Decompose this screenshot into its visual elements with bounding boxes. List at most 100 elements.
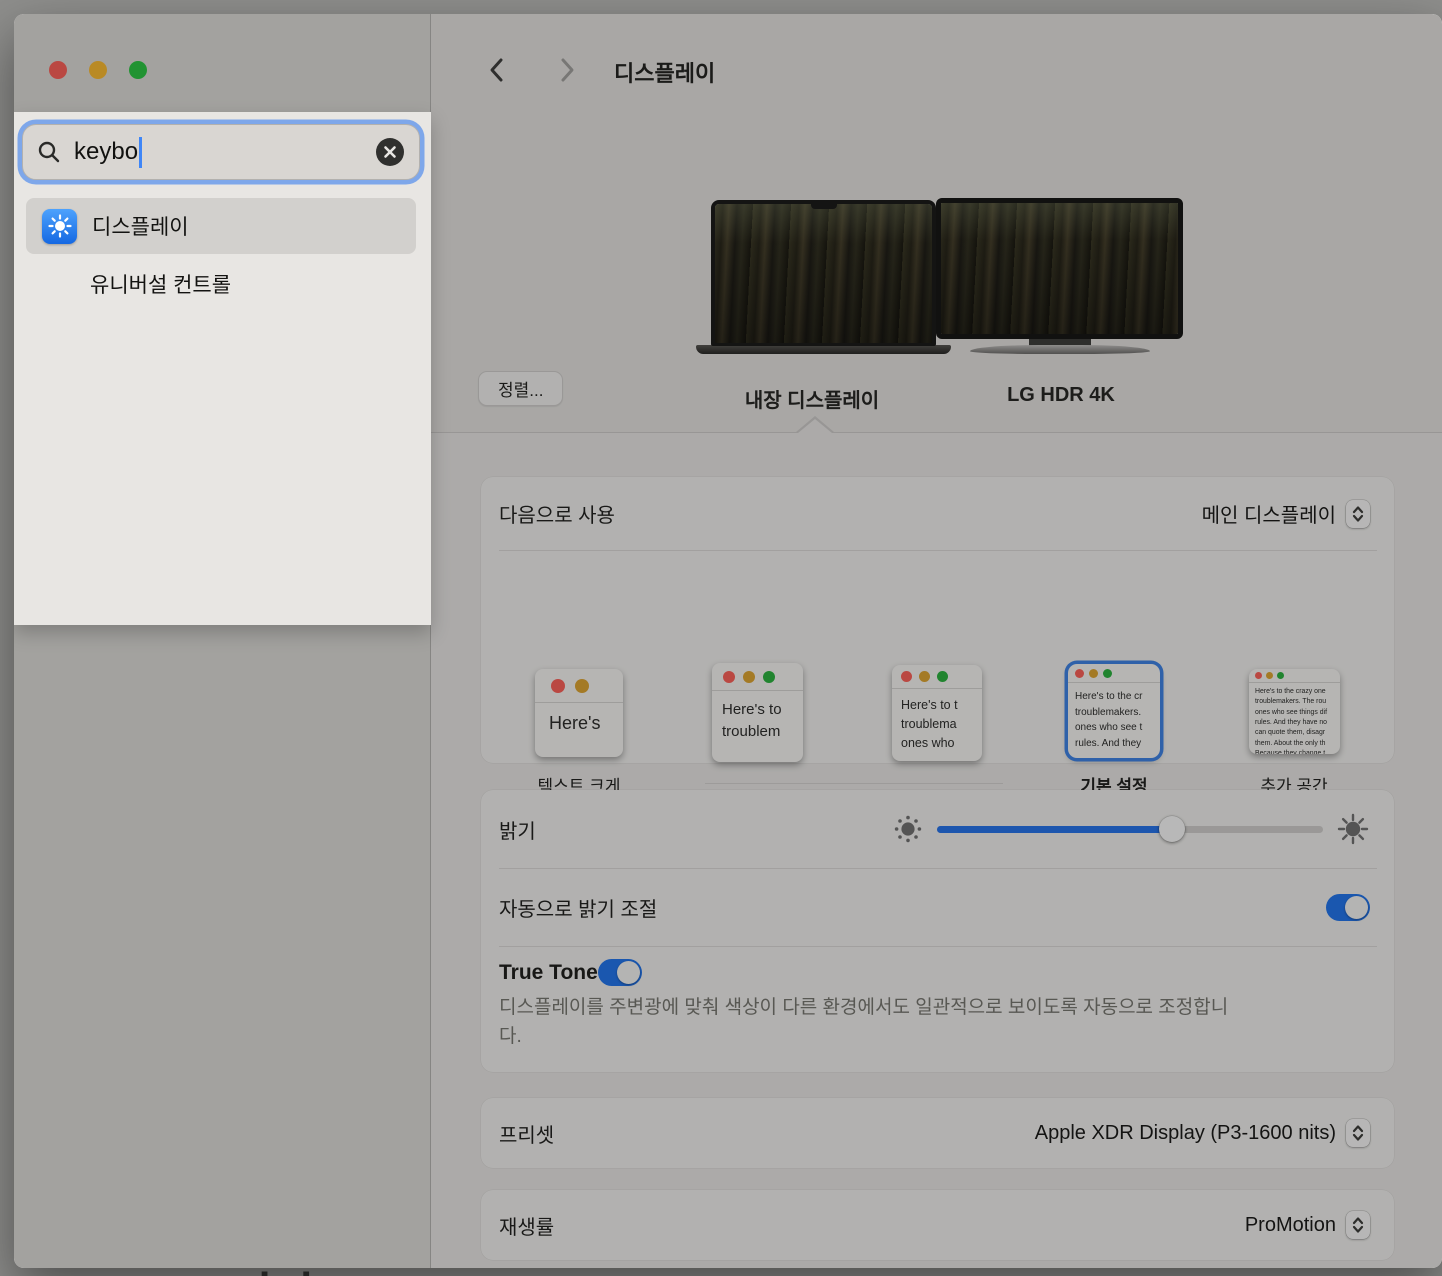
sun-dim-icon <box>894 815 922 843</box>
traffic-light-red-icon <box>723 671 735 683</box>
traffic-light-yellow-icon <box>1266 672 1273 679</box>
brightness-row: 밝기 <box>481 790 1394 868</box>
scaling-option-larger-text[interactable]: Here's <box>535 669 623 757</box>
minimize-window-button[interactable] <box>89 61 107 79</box>
scaling-option-3[interactable]: Here's to t troublema ones who <box>892 665 982 761</box>
scaling-option-more-space[interactable]: Here's to the crazy one troublemakers. T… <box>1249 669 1340 754</box>
display-brightness-icon <box>42 209 77 244</box>
refresh-rate-dropdown[interactable] <box>1346 1211 1370 1239</box>
true-tone-label: True Tone <box>499 961 598 985</box>
arrange-button[interactable]: 정렬... <box>478 371 563 406</box>
mini-window-text: can quote them, disagr <box>1255 728 1340 738</box>
search-results-panel: keybo <box>14 112 431 625</box>
display-name-lg: LG HDR 4K <box>911 384 1211 407</box>
zoom-window-button[interactable] <box>129 61 147 79</box>
toggle-knob <box>1345 896 1368 919</box>
up-down-chevrons-icon <box>1351 1215 1365 1235</box>
mini-window-text: Here's to t <box>901 696 982 715</box>
mini-window-text: rules. And they have no <box>1255 718 1340 728</box>
mini-window-text: them. About the only th <box>1255 739 1340 749</box>
brightness-settings-card: 밝기 <box>481 790 1394 1072</box>
mini-window-text: ones who see things dif <box>1255 708 1340 718</box>
search-icon <box>37 140 61 164</box>
mini-window-text: Here's to <box>722 699 803 721</box>
mini-window-text: troublemakers. The rou <box>1255 697 1340 707</box>
search-result-universal-control[interactable]: 유니버설 컨트롤 <box>26 262 416 306</box>
use-as-value: 메인 디스플레이 <box>1202 499 1336 528</box>
toggle-knob <box>617 961 640 984</box>
system-settings-window: keybo <box>14 14 1442 1268</box>
use-as-label: 다음으로 사용 <box>499 499 615 528</box>
search-result-label: 디스플레이 <box>92 211 189 241</box>
brightness-slider-thumb[interactable] <box>1159 816 1185 842</box>
mini-window-text: troublema <box>901 715 982 734</box>
search-query-text: keybo <box>74 138 138 166</box>
mini-window-text: Here's to the crazy one <box>1255 687 1340 697</box>
refresh-rate-row: 재생률 ProMotion <box>481 1190 1394 1260</box>
laptop-base <box>696 345 951 354</box>
scaling-option-2[interactable]: Here's to troublem <box>712 663 803 762</box>
use-as-dropdown[interactable] <box>1346 500 1370 528</box>
traffic-light-yellow-icon <box>919 671 930 682</box>
monitor-stand-base <box>970 345 1150 354</box>
traffic-light-red-icon <box>551 679 565 693</box>
traffic-light-red-icon <box>901 671 912 682</box>
display-thumbnail-lg-hdr-4k[interactable] <box>936 198 1183 354</box>
mini-window-text: rules. And they <box>1075 736 1160 752</box>
display-selector-strip: 디스플레이 내장 디스플레이 LG HDR 4K 정렬... <box>431 14 1442 433</box>
sidebar: keybo <box>14 14 431 1268</box>
resolution-settings-card: 다음으로 사용 메인 디스플레이 Here's <box>481 477 1394 763</box>
display-thumbnail-builtin[interactable] <box>696 200 951 354</box>
traffic-light-yellow-icon <box>743 671 755 683</box>
auto-brightness-row: 자동으로 밝기 조절 <box>481 869 1394 946</box>
refresh-rate-card: 재생률 ProMotion <box>481 1190 1394 1260</box>
search-result-display[interactable]: 디스플레이 <box>26 198 416 254</box>
traffic-light-yellow-icon <box>1089 669 1098 678</box>
traffic-light-green-icon <box>1277 672 1284 679</box>
sun-bright-icon <box>1337 813 1369 845</box>
auto-brightness-toggle[interactable] <box>1326 894 1370 921</box>
preset-value: Apple XDR Display (P3-1600 nits) <box>1035 1122 1336 1145</box>
traffic-light-red-icon <box>1075 669 1084 678</box>
scaling-options: Here's Here's to troublem Here's to t tr… <box>481 551 1394 763</box>
forward-button[interactable] <box>553 55 583 85</box>
up-down-chevrons-icon <box>1351 1123 1365 1143</box>
options-connector-line <box>705 783 1003 784</box>
content-pane: 디스플레이 내장 디스플레이 LG HDR 4K 정렬... 다음으로 사용 메… <box>431 14 1442 1268</box>
brightness-label: 밝기 <box>499 815 536 844</box>
mini-window-text: ones who <box>901 734 982 753</box>
search-input[interactable]: keybo <box>22 124 420 180</box>
traffic-light-green-icon <box>1103 669 1112 678</box>
scaling-option-default[interactable]: Here's to the cr troublemakers. ones who… <box>1068 664 1160 758</box>
clear-search-button[interactable] <box>375 137 405 167</box>
back-button[interactable] <box>481 55 511 85</box>
mini-window-text: Here's <box>549 713 623 734</box>
preset-row: 프리셋 Apple XDR Display (P3-1600 nits) <box>481 1098 1394 1168</box>
true-tone-row: True Tone 디스플레이를 주변광에 맞춰 색상이 다른 환경에서도 일관… <box>481 947 1394 1051</box>
preset-card: 프리셋 Apple XDR Display (P3-1600 nits) <box>481 1098 1394 1168</box>
traffic-light-green-icon <box>763 671 775 683</box>
mini-window-text: Here's to the cr <box>1075 689 1160 705</box>
mini-window-text: troublemakers. <box>1075 705 1160 721</box>
preset-label: 프리셋 <box>499 1119 554 1148</box>
brightness-slider-fill <box>937 826 1172 833</box>
use-as-row: 다음으로 사용 메인 디스플레이 <box>481 477 1394 550</box>
brightness-slider[interactable] <box>937 826 1323 833</box>
window-controls <box>49 61 147 79</box>
true-tone-description: 디스플레이를 주변광에 맞춰 색상이 다른 환경에서도 일관적으로 보이도록 자… <box>499 993 1239 1051</box>
mini-window-text: Because they change t <box>1255 749 1340 754</box>
mini-window-text: troublem <box>722 721 803 743</box>
up-down-chevrons-icon <box>1351 504 1365 524</box>
traffic-light-green-icon <box>937 671 948 682</box>
chevron-left-icon <box>488 57 504 83</box>
selected-display-pointer <box>798 419 832 433</box>
refresh-rate-value: ProMotion <box>1245 1214 1336 1237</box>
true-tone-toggle[interactable] <box>598 959 642 986</box>
preset-dropdown[interactable] <box>1346 1119 1370 1147</box>
wallpaper-forest-image <box>941 203 1178 334</box>
search-result-label: 유니버설 컨트롤 <box>90 269 231 299</box>
traffic-light-yellow-icon <box>575 679 589 693</box>
close-window-button[interactable] <box>49 61 67 79</box>
camera-notch <box>811 204 837 209</box>
traffic-light-red-icon <box>1255 672 1262 679</box>
